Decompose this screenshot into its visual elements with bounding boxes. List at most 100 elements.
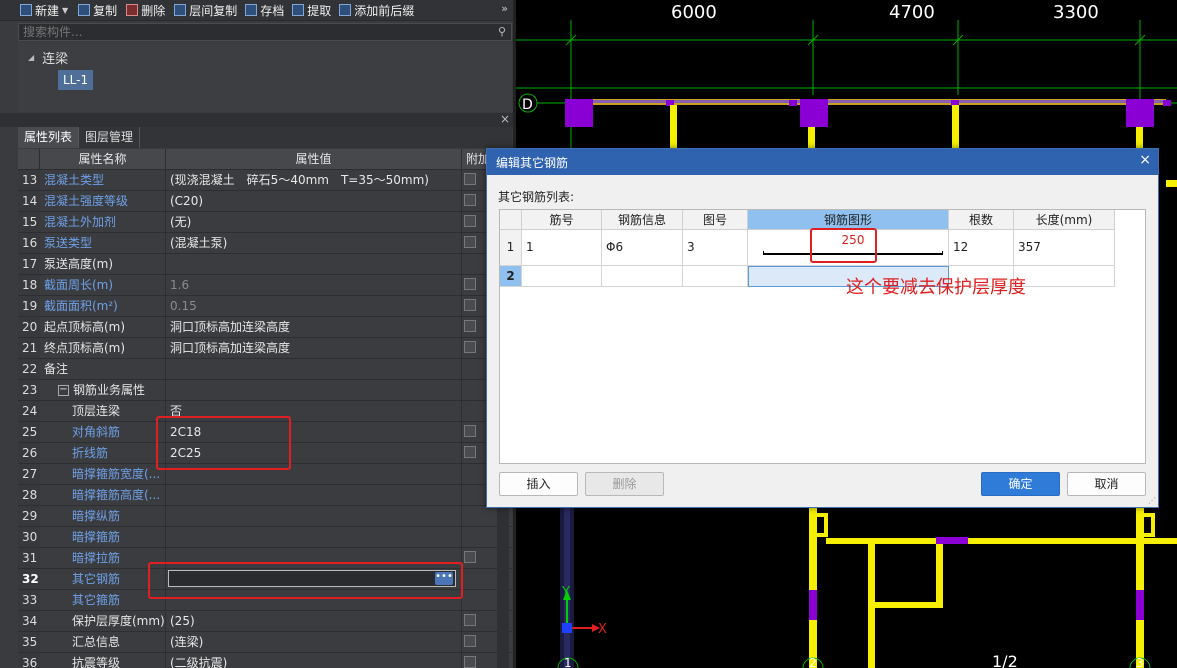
add-checkbox[interactable] — [464, 173, 476, 185]
pane-splitter[interactable]: × — [0, 112, 516, 127]
table-row[interactable]: 28 暗撑箍筋高度(... — [18, 485, 512, 506]
add-checkbox[interactable] — [464, 425, 476, 437]
table-row[interactable]: 29 暗撑纵筋 — [18, 506, 512, 527]
property-value[interactable] — [166, 359, 462, 379]
cell-bar-no[interactable]: 1 — [522, 230, 602, 266]
header-fig-no[interactable]: 图号 — [683, 210, 748, 230]
collapse-triangle-icon[interactable]: ◢ — [28, 53, 34, 62]
table-row[interactable]: 22 备注 — [18, 359, 512, 380]
tree-node-root[interactable]: ◢ 连梁 — [28, 48, 68, 67]
resize-grip-icon[interactable]: ⋰ — [1148, 496, 1156, 505]
header-length[interactable]: 长度(mm) — [1014, 210, 1115, 230]
table-row[interactable]: 1 1 Φ6 3 250 12 357 — [500, 230, 1115, 266]
save-button[interactable]: 存档 — [245, 2, 284, 19]
property-value[interactable]: 洞口顶标高加连梁高度 — [166, 338, 462, 358]
property-value[interactable]: (25) — [166, 611, 462, 631]
property-value[interactable]: 0.15 — [166, 296, 462, 316]
close-icon[interactable]: × — [1139, 152, 1151, 168]
row-index[interactable]: 2 — [500, 266, 522, 287]
add-prefix-suffix-button[interactable]: 添加前后缀 — [339, 2, 414, 19]
cell-count[interactable]: 12 — [949, 230, 1014, 266]
property-name: 暗撑箍筋宽度(... — [40, 464, 166, 484]
header-count[interactable]: 根数 — [949, 210, 1014, 230]
add-checkbox[interactable] — [464, 341, 476, 353]
ok-button[interactable]: 确定 — [981, 472, 1060, 496]
add-checkbox[interactable] — [464, 215, 476, 227]
dialog-titlebar[interactable]: 编辑其它钢筋 × — [487, 149, 1158, 175]
table-row[interactable]: 19 截面面积(m²) 0.15 — [18, 296, 512, 317]
table-row[interactable]: 23− 钢筋业务属性 — [18, 380, 512, 401]
table-row[interactable]: 14 混凝土强度等级 (C20) — [18, 191, 512, 212]
table-row[interactable]: 21 终点顶标高(m) 洞口顶标高加连梁高度 — [18, 338, 512, 359]
cell-bar-info[interactable] — [602, 266, 683, 287]
tab-property-list[interactable]: 属性列表 — [18, 127, 80, 148]
extract-button[interactable]: 提取 — [292, 2, 331, 19]
add-checkbox[interactable] — [464, 656, 476, 668]
table-row[interactable]: 18 截面周长(m) 1.6 — [18, 275, 512, 296]
table-row[interactable]: 30 暗撑箍筋 — [18, 527, 512, 548]
property-value[interactable] — [166, 485, 462, 505]
highlight-box-shape-value — [810, 228, 877, 263]
table-row[interactable]: 34 保护层厚度(mm) (25) — [18, 611, 512, 632]
property-value[interactable]: (混凝土泵) — [166, 233, 462, 253]
row-index: 34 — [18, 611, 40, 631]
add-checkbox[interactable] — [464, 446, 476, 458]
insert-button[interactable]: 插入 — [499, 472, 578, 496]
table-row[interactable]: 15 混凝土外加剂 (无) — [18, 212, 512, 233]
property-value[interactable]: 1.6 — [166, 275, 462, 295]
delete-row-button[interactable]: 删除 — [585, 472, 664, 496]
add-checkbox[interactable] — [464, 278, 476, 290]
new-button[interactable]: 新建 ▼ — [20, 2, 68, 19]
cancel-button[interactable]: 取消 — [1067, 472, 1146, 496]
property-value[interactable]: (二级抗震) — [166, 653, 462, 668]
copy-button[interactable]: 复制 — [78, 2, 117, 19]
table-row[interactable]: 16 泵送类型 (混凝土泵) — [18, 233, 512, 254]
cell-bar-info[interactable]: Φ6 — [602, 230, 683, 266]
row-index: 18 — [18, 275, 40, 295]
close-icon[interactable]: × — [500, 112, 510, 126]
cell-length[interactable] — [1014, 266, 1115, 287]
property-value[interactable]: (无) — [166, 212, 462, 232]
search-input[interactable] — [19, 24, 487, 40]
dimension-label-2: 4700 — [889, 2, 935, 23]
add-checkbox[interactable] — [464, 236, 476, 248]
cell-bar-no[interactable] — [522, 266, 602, 287]
add-checkbox[interactable] — [464, 635, 476, 647]
add-checkbox[interactable] — [464, 320, 476, 332]
property-value[interactable]: (现浇混凝土 碎石5～40mm T=35～50mm) — [166, 170, 462, 190]
row-index: 32 — [18, 569, 40, 589]
property-value[interactable]: 洞口顶标高加连梁高度 — [166, 317, 462, 337]
table-row[interactable]: 13 混凝土类型 (现浇混凝土 碎石5～40mm T=35～50mm) — [18, 170, 512, 191]
table-row[interactable]: 36 抗震等级 (二级抗震) — [18, 653, 512, 668]
row-index: 21 — [18, 338, 40, 358]
row-index[interactable]: 1 — [500, 230, 522, 266]
add-checkbox[interactable] — [464, 614, 476, 626]
floor-copy-button[interactable]: 层间复制 — [174, 2, 237, 19]
property-value[interactable]: (连梁) — [166, 632, 462, 652]
header-bar-no[interactable]: 筋号 — [522, 210, 602, 230]
table-row[interactable]: 17 泵送高度(m) — [18, 254, 512, 275]
cell-length[interactable]: 357 — [1014, 230, 1115, 266]
property-value[interactable] — [166, 527, 462, 547]
property-name: 泵送高度(m) — [40, 254, 166, 274]
add-checkbox[interactable] — [464, 299, 476, 311]
delete-button[interactable]: 删除 — [126, 2, 165, 19]
add-checkbox[interactable] — [464, 194, 476, 206]
header-bar-info[interactable]: 钢筋信息 — [602, 210, 683, 230]
table-row[interactable]: 20 起点顶标高(m) 洞口顶标高加连梁高度 — [18, 317, 512, 338]
search-icon[interactable]: ⚲ — [498, 25, 506, 38]
property-value[interactable]: (C20) — [166, 191, 462, 211]
tree-node-ll1[interactable]: LL-1 — [58, 70, 94, 90]
cell-fig-no[interactable]: 3 — [683, 230, 748, 266]
header-bar-shape[interactable]: 钢筋图形 — [748, 210, 949, 230]
cell-fig-no[interactable] — [683, 266, 748, 287]
property-value[interactable] — [166, 380, 462, 400]
add-checkbox[interactable] — [464, 551, 476, 563]
tab-layer-management[interactable]: 图层管理 — [79, 127, 141, 148]
table-row[interactable]: 35 汇总信息 (连梁) — [18, 632, 512, 653]
property-value[interactable] — [166, 506, 462, 526]
collapse-minus-icon[interactable]: − — [58, 385, 69, 396]
axis-label-d: D — [522, 97, 533, 113]
toolbar-more-icon[interactable]: » — [501, 2, 508, 15]
property-value[interactable] — [166, 254, 462, 274]
